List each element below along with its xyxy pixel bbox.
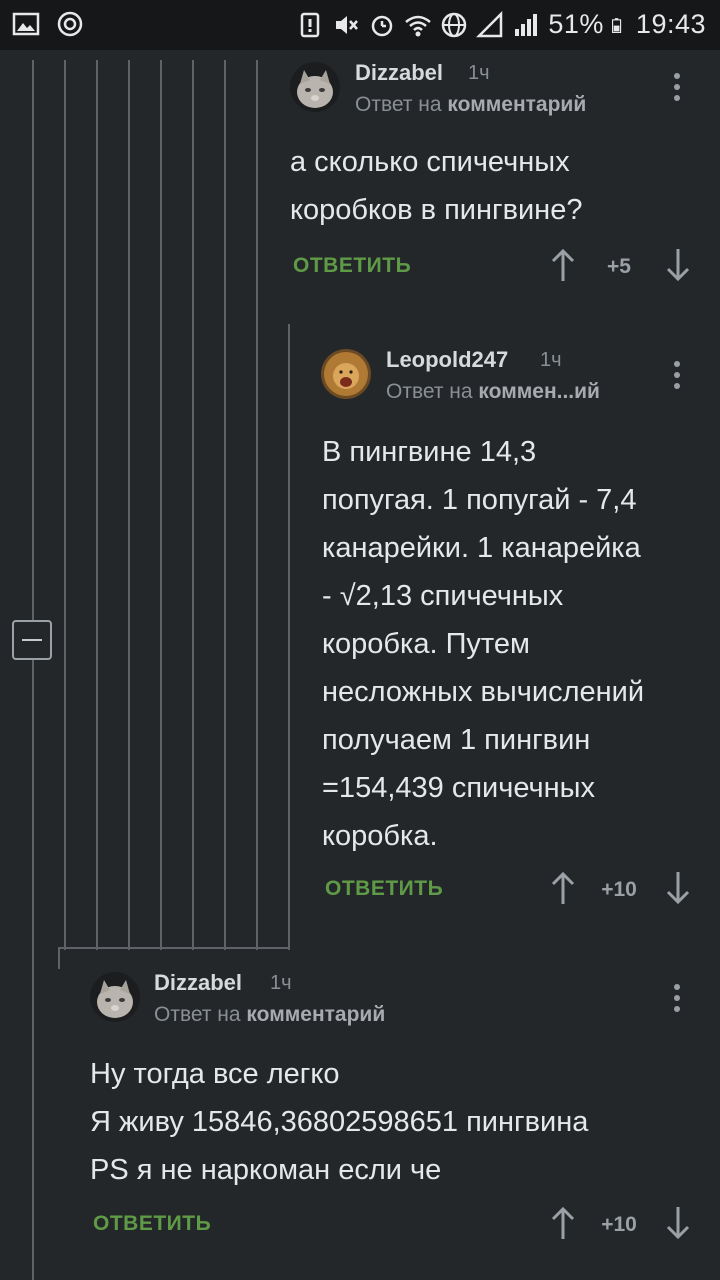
collapse-thread-button[interactable]: [12, 620, 52, 660]
comment-time: 1ч: [270, 972, 292, 994]
reply-to-link[interactable]: коммен...ий: [478, 380, 600, 403]
battery-percent: 51%: [548, 9, 604, 39]
comment-text: Ну тогда все легко Я живу 15846,36802598…: [90, 1058, 589, 1186]
battery-icon: [611, 17, 622, 33]
reply-to-link[interactable]: комментарий: [447, 93, 586, 116]
reply-to-line: Ответ на комментарий: [154, 1003, 385, 1027]
comment-text: а сколько спичечных коробков в пингвине?: [290, 146, 583, 226]
clock: 19:43: [635, 9, 706, 39]
reply-to-line: Ответ на коммен...ий: [386, 380, 600, 404]
minus-icon: [22, 639, 42, 641]
author-name[interactable]: Dizzabel: [154, 970, 242, 996]
comment-score: +10: [601, 878, 637, 901]
upvote-icon[interactable]: [551, 871, 575, 905]
comment-score: +10: [601, 1213, 637, 1236]
alarm-icon: [372, 15, 393, 36]
status-bar: 51% 19:43: [0, 0, 720, 50]
reply-to-line: Ответ на комментарий: [355, 93, 586, 117]
no-sim-signal-icon: [476, 10, 503, 37]
reply-to-link[interactable]: комментарий: [246, 1003, 385, 1026]
reply-button[interactable]: ОТВЕТИТЬ: [93, 1212, 211, 1236]
wifi-icon: [405, 15, 432, 36]
avatar[interactable]: [321, 349, 371, 399]
more-options-icon[interactable]: [674, 361, 682, 389]
signal-icon: [515, 13, 538, 36]
gallery-notification-icon: [12, 12, 40, 36]
reply-to-prefix: Ответ на: [386, 380, 479, 403]
reply-button[interactable]: ОТВЕТИТЬ: [325, 877, 443, 901]
downvote-icon[interactable]: [666, 248, 690, 282]
app-notification-icon: [57, 11, 83, 37]
reply-button[interactable]: ОТВЕТИТЬ: [293, 254, 411, 278]
upvote-icon[interactable]: [551, 1206, 575, 1240]
comment-time: 1ч: [540, 349, 562, 371]
avatar[interactable]: [290, 62, 340, 112]
comment-time: 1ч: [468, 62, 490, 84]
more-options-icon[interactable]: [674, 73, 682, 101]
downvote-icon[interactable]: [666, 1206, 690, 1240]
upvote-icon[interactable]: [551, 248, 575, 282]
comment-text: В пингвине 14,3 попугая. 1 попугай - 7,4…: [322, 436, 645, 852]
mute-icon: [336, 15, 359, 34]
vpn-icon: [442, 12, 467, 37]
reply-to-prefix: Ответ на: [154, 1003, 247, 1026]
avatar[interactable]: [90, 972, 140, 1022]
downvote-icon[interactable]: [666, 871, 690, 905]
comment-score: +5: [607, 255, 631, 278]
reply-to-prefix: Ответ на: [355, 93, 448, 116]
more-options-icon[interactable]: [674, 984, 682, 1012]
author-name[interactable]: Leopold247: [386, 347, 508, 373]
alert-icon: [301, 12, 320, 37]
author-name[interactable]: Dizzabel: [355, 60, 443, 86]
